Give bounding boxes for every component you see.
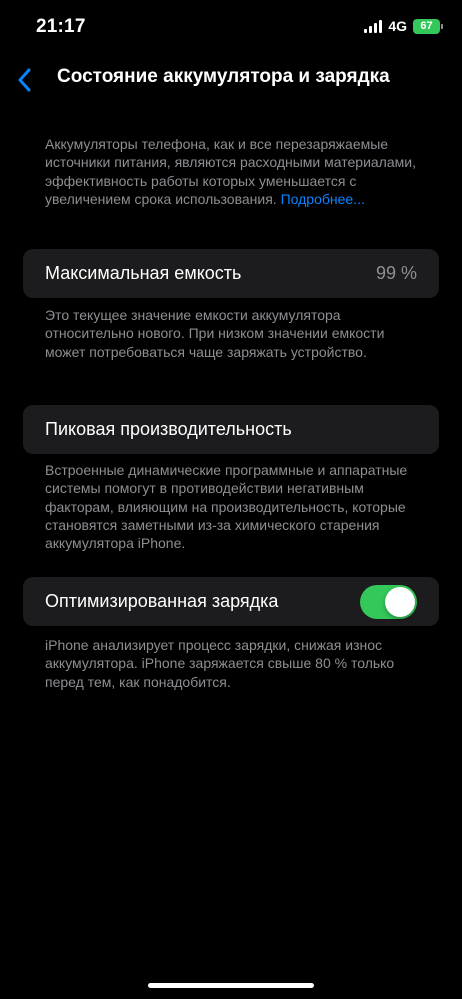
optimized-charging-toggle[interactable] [360,585,417,619]
max-capacity-row: Максимальная емкость 99 % [23,249,439,298]
battery-health-screen: 21:17 4G 67 Состояние аккумулятора и зар… [0,0,462,999]
intro-description: Аккумуляторы телефона, как и все перезар… [45,135,425,208]
network-type: 4G [388,18,407,34]
page-title: Состояние аккумулятора и зарядка [57,66,390,87]
peak-performance-row: Пиковая производительность [23,405,439,454]
status-bar: 21:17 4G 67 [0,0,462,56]
status-time: 21:17 [36,16,86,37]
optimized-charging-footnote: iPhone анализирует процесс зарядки, сниж… [45,637,395,690]
peak-performance-label: Пиковая производительность [45,419,292,439]
learn-more-link[interactable]: Подробнее... [281,191,365,207]
chevron-left-icon [18,68,31,92]
optimized-charging-label: Оптимизированная зарядка [45,591,279,611]
max-capacity-footnote: Это текущее значение емкости аккумулятор… [45,307,385,360]
home-indicator[interactable] [148,983,314,988]
battery-icon: 67 [413,18,443,34]
max-capacity-value: 99 % [375,263,417,283]
back-button[interactable] [10,64,38,96]
status-indicators: 4G 67 [364,18,443,34]
toggle-knob [385,587,415,617]
battery-percent: 67 [420,20,433,32]
navigation-bar: Состояние аккумулятора и зарядка [0,58,462,102]
optimized-charging-row: Оптимизированная зарядка [23,577,439,626]
peak-performance-footnote: Встроенные динамические программные и ап… [45,462,408,552]
cellular-signal-icon [364,19,383,33]
max-capacity-label: Максимальная емкость [45,263,242,283]
